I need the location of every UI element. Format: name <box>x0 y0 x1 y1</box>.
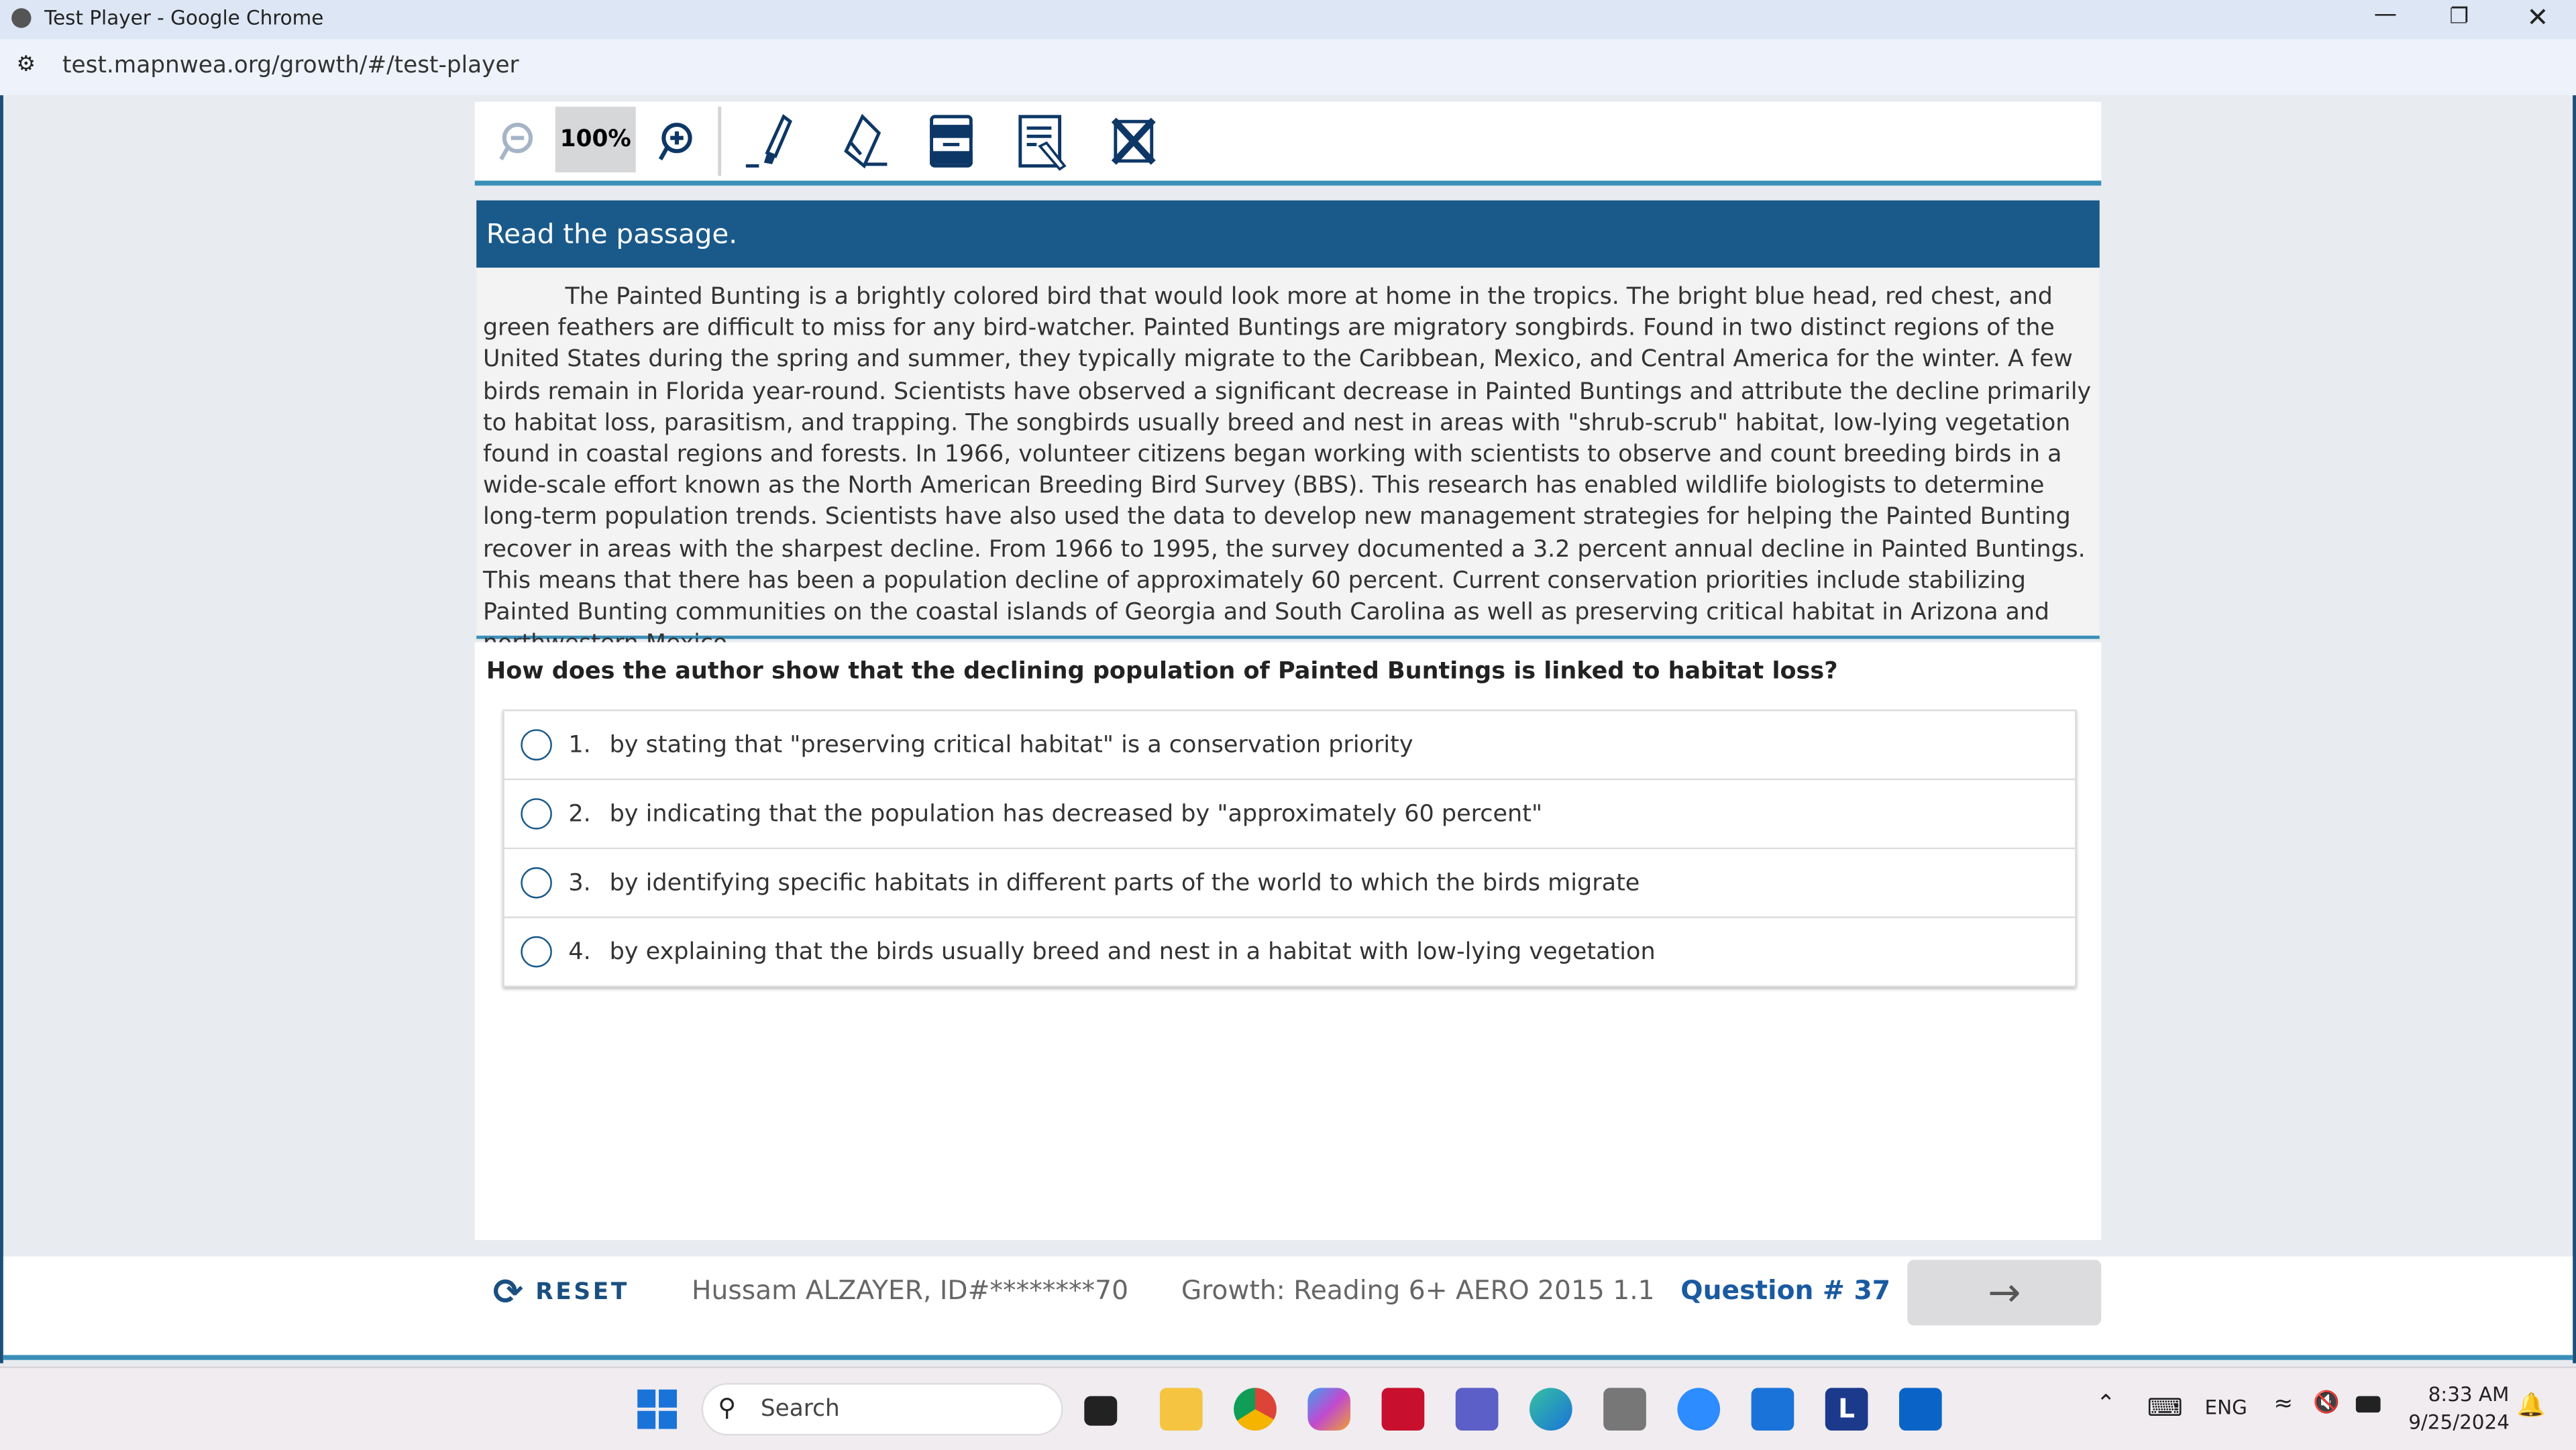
next-button[interactable]: → <box>1907 1260 2102 1326</box>
l-app-icon[interactable]: L <box>1825 1388 1868 1431</box>
option-number: 3. <box>568 869 591 896</box>
taskbar: ⚲ Search L ⌃ ⌨ ENG ≈ 🔇 8:33 AM 9/25/2024… <box>0 1366 2576 1450</box>
start-button[interactable] <box>637 1389 677 1429</box>
line-reader-button[interactable] <box>918 109 984 174</box>
passage: The Painted Bunting is a brightly colore… <box>476 268 2100 657</box>
option-text: by stating that "preserving critical hab… <box>609 732 1413 759</box>
radio-button[interactable] <box>521 729 552 761</box>
taskbar-search[interactable]: ⚲ Search <box>701 1383 1063 1436</box>
minimize-button[interactable]: — <box>2374 1 2397 27</box>
store-icon[interactable] <box>1751 1388 1794 1431</box>
toolbar-divider <box>718 107 722 176</box>
calculator-icon[interactable] <box>1603 1388 1646 1431</box>
zoom-out-button[interactable] <box>483 109 549 174</box>
zoom-level: 100% <box>555 107 636 173</box>
mcafee-icon[interactable] <box>1381 1388 1425 1431</box>
reset-button[interactable]: ⟳ RESET <box>492 1272 629 1313</box>
notifications-snooze-icon[interactable]: 🔔 <box>2517 1393 2546 1419</box>
test-name: Growth: Reading 6+ AERO 2015 1.1 <box>1181 1274 1655 1306</box>
answer-option-3[interactable]: 3. by identifying specific habitats in di… <box>504 849 2076 918</box>
passage-text: The Painted Bunting is a brightly colore… <box>483 284 2092 657</box>
edge-icon[interactable] <box>1529 1388 1572 1431</box>
address-bar[interactable]: ⚙ test.mapnwea.org/growth/#/test-player <box>0 39 2576 97</box>
question-area: How does the author show that the declin… <box>474 642 2102 1240</box>
option-text: by identifying specific habitats in diff… <box>609 869 1640 896</box>
copilot-icon[interactable] <box>1307 1388 1351 1431</box>
wifi-icon[interactable]: ≈ <box>2273 1391 2293 1417</box>
option-text: by explaining that the birds usually bre… <box>609 938 1656 965</box>
option-number: 4. <box>568 938 591 965</box>
answer-option-1[interactable]: 1. by stating that "preserving critical h… <box>504 711 2076 781</box>
browser-title-bar: Test Player - Google Chrome — ❐ ✕ <box>0 0 2576 40</box>
url-text[interactable]: test.mapnwea.org/growth/#/test-player <box>62 52 519 78</box>
site-settings-icon[interactable]: ⚙ <box>16 52 36 77</box>
clock-date[interactable]: 9/25/2024 <box>2408 1411 2510 1434</box>
radio-button[interactable] <box>521 867 552 899</box>
language-indicator[interactable]: ENG <box>2205 1396 2247 1419</box>
reset-icon: ⟳ <box>492 1272 526 1313</box>
chrome-icon[interactable] <box>1234 1388 1277 1431</box>
battery-icon[interactable] <box>2355 1396 2381 1413</box>
highlighter-button[interactable] <box>738 109 804 174</box>
volume-muted-icon[interactable]: 🔇 <box>2313 1391 2340 1416</box>
line-reader-icon <box>930 115 973 168</box>
question-number: Question # 37 <box>1680 1274 1891 1306</box>
teams-icon[interactable] <box>1455 1388 1499 1431</box>
option-number: 2. <box>568 800 591 828</box>
footer-bar: ⟳ RESET Hussam ALZAYER, ID#********70 Gro… <box>3 1256 2573 1360</box>
answer-eliminator-button[interactable] <box>1101 109 1167 174</box>
notepad-button[interactable] <box>1010 109 1076 174</box>
eraser-icon <box>844 113 888 169</box>
zoom-in-icon <box>658 123 692 161</box>
task-view-icon[interactable] <box>1084 1396 1118 1426</box>
keyboard-icon[interactable]: ⌨ <box>2147 1393 2183 1423</box>
answer-option-4[interactable]: 4. by explaining that the birds usually b… <box>504 918 2075 985</box>
option-text: by indicating that the population has de… <box>609 800 1543 828</box>
show-hidden-icons[interactable]: ⌃ <box>2096 1391 2116 1417</box>
toolbar: 100% <box>474 101 2102 186</box>
radio-button[interactable] <box>521 798 552 830</box>
zoom-app-icon[interactable] <box>1677 1388 1721 1431</box>
radio-button[interactable] <box>521 936 552 968</box>
zoom-in-button[interactable] <box>643 109 708 174</box>
arrow-right-icon: → <box>1988 1270 2021 1316</box>
highlighter-icon <box>745 114 792 168</box>
zoom-out-icon <box>499 123 533 161</box>
eraser-button[interactable] <box>830 109 896 174</box>
restore-button[interactable]: ❐ <box>2449 5 2469 30</box>
answer-options: 1. by stating that "preserving critical h… <box>502 709 2077 987</box>
file-explorer-icon[interactable] <box>1159 1388 1203 1431</box>
answer-option-2[interactable]: 2. by indicating that the population has … <box>504 780 2076 850</box>
close-button[interactable]: ✕ <box>2527 1 2549 33</box>
passage-heading: Read the passage. <box>476 200 2100 268</box>
notepad-icon <box>1018 115 1067 171</box>
reset-label: RESET <box>535 1279 629 1306</box>
clock-time[interactable]: 8:33 AM <box>2428 1383 2510 1406</box>
answer-eliminator-icon <box>1111 117 1156 165</box>
search-placeholder: Search <box>760 1396 840 1423</box>
window-title: Test Player - Google Chrome <box>44 6 324 30</box>
option-number: 1. <box>568 732 591 759</box>
outlook-icon[interactable] <box>1899 1388 1942 1431</box>
globe-icon <box>11 8 32 28</box>
search-icon: ⚲ <box>718 1392 737 1423</box>
student-info: Hussam ALZAYER, ID#********70 <box>692 1274 1129 1306</box>
question-text: How does the author show that the declin… <box>486 659 1838 685</box>
